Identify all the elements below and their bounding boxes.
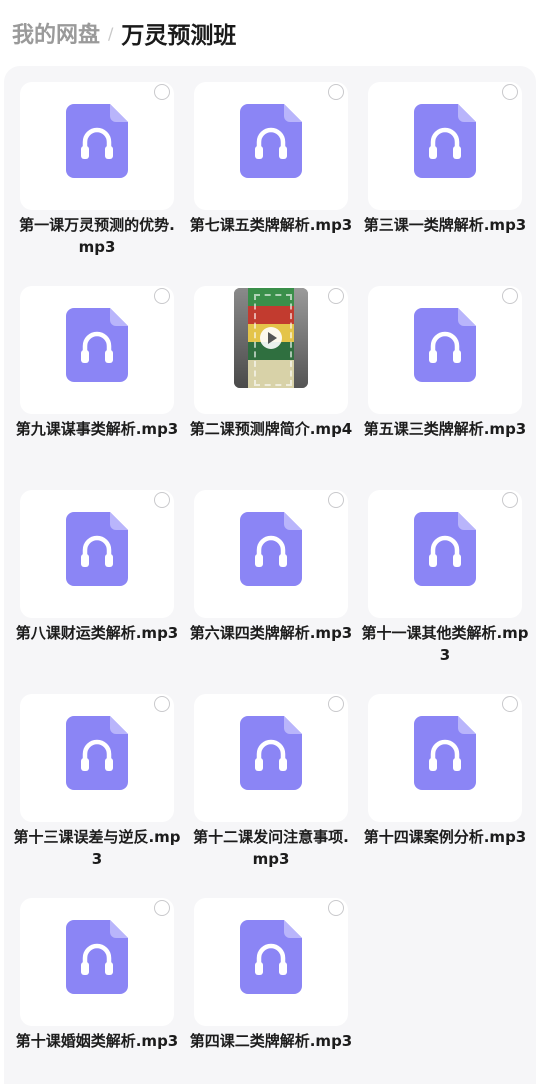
file-item[interactable]: 第六课四类牌解析.mp3 (186, 486, 356, 686)
headphones-icon (66, 308, 128, 382)
file-item[interactable]: 第十课婚姻类解析.mp3 (12, 894, 182, 1084)
file-item[interactable]: 第五课三类牌解析.mp3 (360, 282, 530, 482)
file-item[interactable]: 第十四课案例分析.mp3 (360, 690, 530, 890)
headphones-icon (414, 716, 476, 790)
file-name: 第六课四类牌解析.mp3 (189, 624, 353, 642)
file-tile[interactable] (194, 898, 348, 1026)
file-name: 第十二课发问注意事项.mp3 (193, 828, 349, 868)
select-checkbox[interactable] (502, 84, 518, 100)
file-tile[interactable] (194, 286, 348, 414)
headphones-icon (66, 716, 128, 790)
file-tile[interactable] (368, 490, 522, 618)
play-icon[interactable] (260, 327, 282, 349)
file-name: 第十一课其他类解析.mp3 (361, 624, 529, 664)
breadcrumb-separator: / (108, 23, 114, 43)
headphones-icon (240, 104, 302, 178)
select-checkbox[interactable] (154, 696, 170, 712)
file-item[interactable]: 第十一课其他类解析.mp3 (360, 486, 530, 686)
file-tile[interactable] (20, 490, 174, 618)
file-tile[interactable] (368, 286, 522, 414)
select-checkbox[interactable] (154, 84, 170, 100)
select-checkbox[interactable] (328, 696, 344, 712)
file-name: 第一课万灵预测的优势.mp3 (19, 216, 175, 256)
file-tile[interactable] (20, 82, 174, 210)
file-tile[interactable] (20, 286, 174, 414)
headphones-icon (66, 104, 128, 178)
file-name: 第五课三类牌解析.mp3 (363, 420, 527, 438)
headphones-icon (414, 512, 476, 586)
file-item[interactable]: 第七课五类牌解析.mp3 (186, 78, 356, 278)
headphones-icon (240, 716, 302, 790)
select-checkbox[interactable] (502, 492, 518, 508)
select-checkbox[interactable] (328, 900, 344, 916)
video-thumbnail[interactable] (234, 288, 308, 388)
select-checkbox[interactable] (328, 492, 344, 508)
select-checkbox[interactable] (502, 696, 518, 712)
file-item[interactable]: 第四课二类牌解析.mp3 (186, 894, 356, 1084)
breadcrumb-root-link[interactable]: 我的网盘 (12, 17, 100, 49)
file-item[interactable]: 第一课万灵预测的优势.mp3 (12, 78, 182, 278)
file-name: 第三课一类牌解析.mp3 (363, 216, 527, 234)
file-item[interactable]: 第三课一类牌解析.mp3 (360, 78, 530, 278)
file-tile[interactable] (368, 694, 522, 822)
file-tile[interactable] (194, 490, 348, 618)
file-tile[interactable] (194, 82, 348, 210)
file-item[interactable]: 第二课预测牌简介.mp4 (186, 282, 356, 482)
page-title: 万灵预测班 (121, 23, 237, 49)
headphones-icon (66, 920, 128, 994)
headphones-icon (240, 920, 302, 994)
file-name: 第十课婚姻类解析.mp3 (15, 1032, 179, 1050)
file-name: 第十三课误差与逆反.mp3 (13, 828, 181, 868)
headphones-icon (414, 308, 476, 382)
headphones-icon (240, 512, 302, 586)
select-checkbox[interactable] (154, 900, 170, 916)
select-checkbox[interactable] (502, 288, 518, 304)
file-tile[interactable] (20, 898, 174, 1026)
select-checkbox[interactable] (328, 84, 344, 100)
file-item[interactable]: 第八课财运类解析.mp3 (12, 486, 182, 686)
file-name: 第四课二类牌解析.mp3 (189, 1032, 353, 1050)
file-name: 第十四课案例分析.mp3 (363, 828, 527, 846)
headphones-icon (66, 512, 128, 586)
file-tile[interactable] (194, 694, 348, 822)
select-checkbox[interactable] (154, 288, 170, 304)
file-item[interactable]: 第九课谋事类解析.mp3 (12, 282, 182, 482)
headphones-icon (414, 104, 476, 178)
select-checkbox[interactable] (154, 492, 170, 508)
select-checkbox[interactable] (328, 288, 344, 304)
breadcrumb: 我的网盘 / 万灵预测班 (0, 0, 540, 66)
file-tile[interactable] (20, 694, 174, 822)
file-name: 第七课五类牌解析.mp3 (189, 216, 353, 234)
file-name: 第八课财运类解析.mp3 (15, 624, 179, 642)
file-name: 第二课预测牌简介.mp4 (189, 420, 353, 438)
file-item[interactable]: 第十三课误差与逆反.mp3 (12, 690, 182, 890)
file-item[interactable]: 第十二课发问注意事项.mp3 (186, 690, 356, 890)
file-tile[interactable] (368, 82, 522, 210)
file-grid: 第一课万灵预测的优势.mp3 第七课五类牌解析.mp3 第三课一类牌解析.mp3… (4, 66, 536, 1084)
file-name: 第九课谋事类解析.mp3 (15, 420, 179, 438)
